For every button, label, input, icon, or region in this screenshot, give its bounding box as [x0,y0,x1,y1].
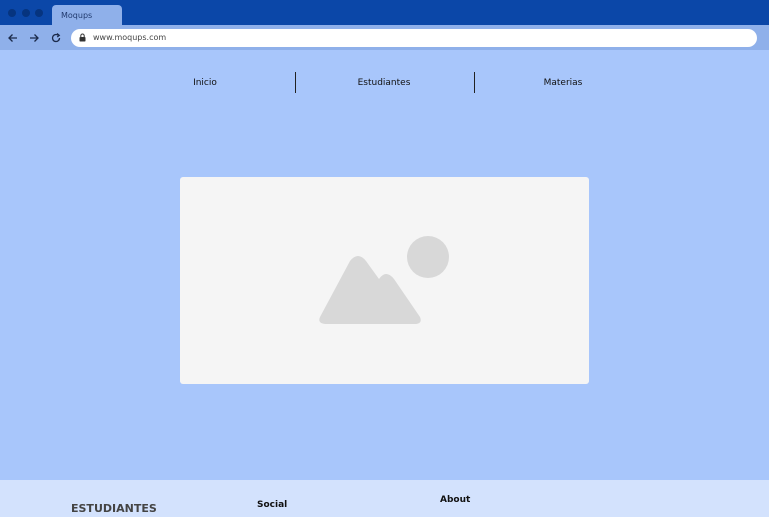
reload-icon[interactable] [50,32,62,44]
nav-item-materias[interactable]: Materias [503,78,623,88]
browser-toolbar: www.moqups.com [0,25,769,50]
lock-icon [79,33,86,42]
footer-brand: ESTUDIANTES [71,502,157,515]
window-minimize-dot[interactable] [22,9,30,17]
address-bar[interactable]: www.moqups.com [71,29,757,47]
page-footer: ESTUDIANTES Social About [0,480,769,517]
hero-image-placeholder [180,177,589,384]
window-maximize-dot[interactable] [35,9,43,17]
image-placeholder-icon [319,236,449,324]
browser-titlebar: Moqups [0,0,769,25]
nav-item-inicio[interactable]: Inicio [145,78,265,88]
footer-about-heading: About [440,495,471,505]
browser-tab-title: Moqups [61,11,93,20]
nav-separator [474,72,475,93]
forward-arrow-icon[interactable] [28,32,40,44]
nav-item-estudiantes[interactable]: Estudiantes [324,78,444,88]
back-arrow-icon[interactable] [7,32,19,44]
window-close-dot[interactable] [8,9,16,17]
footer-social-heading: Social [257,500,288,510]
nav-separator [295,72,296,93]
address-url: www.moqups.com [93,33,167,42]
browser-tab[interactable]: Moqups [52,5,122,25]
